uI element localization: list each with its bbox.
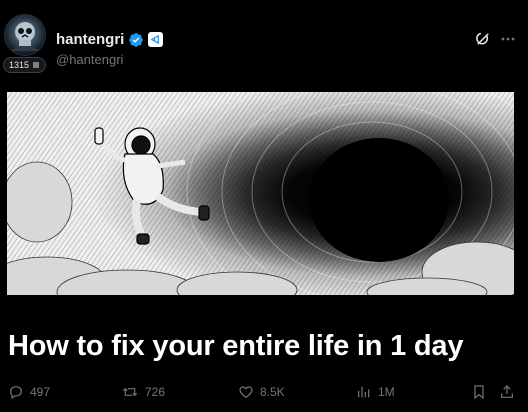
more-icon[interactable]: [500, 31, 516, 47]
post-image[interactable]: [7, 92, 514, 295]
repost-count: 726: [145, 385, 166, 399]
views-icon: [358, 386, 370, 398]
author-display-name[interactable]: hantengri: [56, 31, 124, 48]
like-count: 8.5K: [260, 385, 285, 399]
views-button[interactable]: 1M: [356, 384, 395, 400]
reply-button[interactable]: 497: [8, 384, 50, 400]
action-bar: 497 726 8.5K 1M: [0, 384, 528, 404]
views-count: 1M: [378, 385, 395, 399]
share-button[interactable]: [499, 384, 515, 400]
bookmark-icon: [474, 385, 484, 400]
reply-count: 497: [30, 385, 51, 399]
post-headline[interactable]: How to fix your entire life in 1 day: [8, 330, 463, 363]
repost-icon: [122, 387, 138, 397]
avatar[interactable]: [4, 14, 46, 56]
author-name-row: hantengri: [56, 31, 164, 48]
grok-icon[interactable]: [474, 30, 492, 48]
heart-icon: [239, 386, 253, 399]
verified-badge-icon[interactable]: [128, 32, 144, 48]
share-icon: [501, 385, 513, 398]
follower-badge: 1315: [3, 57, 47, 73]
follower-badge-count: 1315: [9, 60, 30, 70]
repost-button[interactable]: 726: [121, 384, 165, 400]
stack-icon: [33, 62, 40, 68]
like-button[interactable]: 8.5K: [238, 384, 285, 400]
affiliate-badge-icon[interactable]: [148, 32, 164, 47]
author-handle[interactable]: @hantengri: [56, 52, 123, 67]
reply-icon: [10, 386, 22, 400]
post: 1315 hantengri @hantengri How to fix you…: [0, 0, 528, 412]
bookmark-button[interactable]: [471, 384, 487, 400]
